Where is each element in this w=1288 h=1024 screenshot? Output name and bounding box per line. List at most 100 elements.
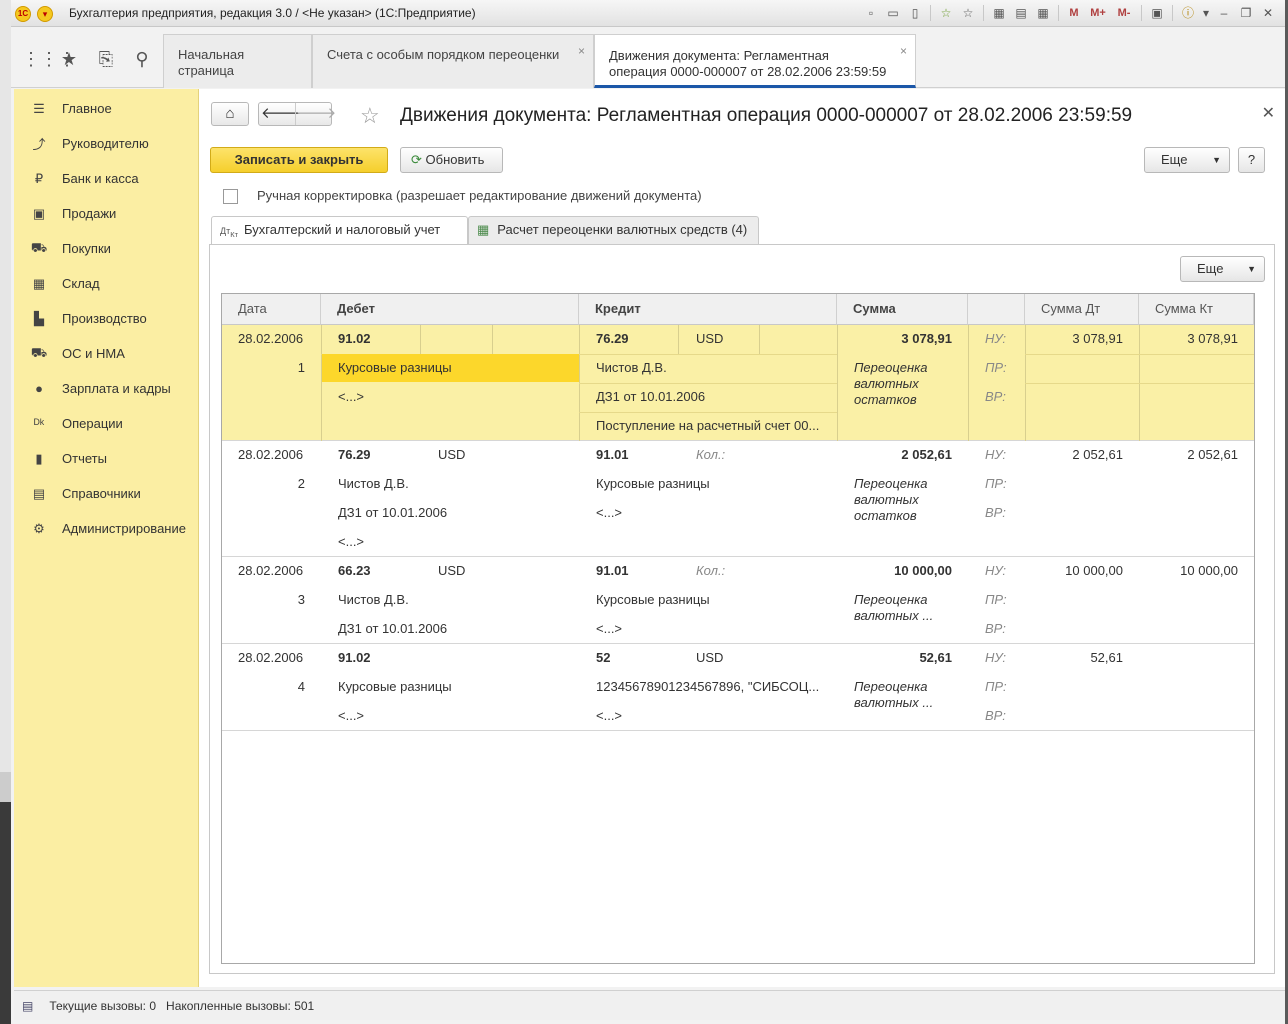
debit-subconto: <...>	[338, 534, 365, 549]
tab-accounting[interactable]: ДтКтБухгалтерский и налоговый учет (4)	[211, 216, 468, 268]
credit-account: 91.01	[596, 447, 629, 462]
history-icon[interactable]: ⎘	[95, 48, 117, 70]
tab-revaluation-accounts[interactable]: Счета с особым порядком переоценки ×	[312, 34, 594, 88]
save-icon[interactable]: ▫	[862, 4, 880, 22]
sidebar-item[interactable]: ⛟ Покупки	[14, 231, 198, 266]
table-row[interactable]: 28.02.2006 4 91.02 Курсовые разницы <...> 52 U…	[222, 644, 1254, 731]
credit-subconto: Поступление на расчетный счет 00...	[596, 418, 820, 433]
app-menu-icon[interactable]: ▾	[37, 6, 53, 22]
row-content: Переоценка валютных ...	[854, 592, 934, 623]
sidebar-item[interactable]: ▦ Склад	[14, 266, 198, 301]
dropdown-icon[interactable]: ▾	[1201, 4, 1211, 22]
row-content: Переоценка валютных остатков	[854, 360, 928, 407]
restore-icon[interactable]: ❐	[1237, 4, 1255, 22]
sidebar-item[interactable]: ⛟ ОС и НМА	[14, 336, 198, 371]
desktop-edge	[0, 0, 11, 1024]
row-sum-kt: 3 078,91	[1187, 331, 1238, 346]
debit-subconto: <...>	[338, 389, 365, 404]
row-date: 28.02.2006	[238, 563, 304, 578]
sidebar-item[interactable]: ᴰᵏ Операции	[14, 406, 198, 441]
column-header[interactable]: Кредит	[579, 294, 837, 325]
column-header[interactable]: Дата	[222, 294, 321, 325]
memory-minus-button[interactable]: M-	[1113, 4, 1135, 22]
credit-subconto: Чистов Д.В.	[596, 360, 667, 375]
row-sum-kt: 2 052,61	[1187, 447, 1238, 462]
sidebar-item-label: Производство	[62, 311, 147, 326]
titlebar-tools: ▫ ▭ ▯ ☆ ☆ ▦ ▤ ▦ M M+ M- ▣ ⓘ ▾ – ❐ ✕	[862, 4, 1277, 22]
app-logo-icon[interactable]: 1С	[15, 6, 31, 22]
calculator-icon[interactable]: ▤	[1012, 4, 1030, 22]
nav-buttons: 🡐🡒	[258, 102, 336, 126]
more-button[interactable]: Еще ▼	[1144, 147, 1230, 173]
tab-home[interactable]: Начальная страница	[163, 34, 312, 88]
table-row[interactable]: 28.02.2006 3 66.23 USD Чистов Д.В. ДЗ1 от 10.…	[222, 557, 1254, 644]
sidebar-item-label: Покупки	[62, 241, 111, 256]
sidebar-item-label: Банк и касса	[62, 171, 139, 186]
favorites-icon[interactable]: ☆	[959, 4, 977, 22]
sidebar-item[interactable]: ⤴ Руководителю	[14, 126, 198, 161]
grid-icon[interactable]: ▦	[1034, 4, 1052, 22]
search-icon[interactable]: ⚲	[131, 48, 153, 70]
debit-subconto: Чистов Д.В.	[338, 592, 409, 607]
sidebar-item[interactable]: ☰ Главное	[14, 91, 198, 126]
credit-account: 91.01	[596, 563, 629, 578]
table-row[interactable]: 28.02.2006 1 91.02 Курсовые разницы <...> 76.…	[222, 325, 1254, 441]
print-icon[interactable]: ▭	[884, 4, 902, 22]
sidebar-item-label: Администрирование	[62, 521, 186, 536]
column-header[interactable]: Сумма Кт	[1139, 294, 1254, 325]
help-button[interactable]: ?	[1238, 147, 1265, 173]
sidebar-item[interactable]: ▣ Продажи	[14, 196, 198, 231]
credit-subconto: <...>	[596, 708, 623, 723]
tab-document-movements[interactable]: Движения документа: Регламентная операция…	[594, 34, 916, 88]
info-icon[interactable]: ⓘ	[1179, 4, 1197, 22]
column-header[interactable]: Сумма	[837, 294, 968, 325]
table-more-button[interactable]: Еще ▼	[1180, 256, 1265, 282]
sidebar-item[interactable]: ₽ Банк и касса	[14, 161, 198, 196]
forward-arrow-icon[interactable]: 🡒	[295, 103, 336, 125]
memory-plus-button[interactable]: M+	[1087, 4, 1109, 22]
row-content: Переоценка валютных ...	[854, 679, 934, 710]
tab-close-icon[interactable]: ×	[578, 43, 585, 59]
credit-subconto: 12345678901234567896, "СИБСОЦ...	[596, 679, 820, 694]
window-title: Бухгалтерия предприятия, редакция 3.0 / …	[69, 6, 476, 20]
preview-icon[interactable]: ▯	[906, 4, 924, 22]
tab-currency-revaluation[interactable]: ▦ Расчет переоценки валютных средств (4)	[468, 216, 759, 244]
calendar-icon[interactable]: ▦	[990, 4, 1008, 22]
accounting-type-label: ВР:	[985, 708, 1006, 723]
panels-icon[interactable]: ▣	[1148, 4, 1166, 22]
dtkt-icon: ДтКт	[220, 226, 239, 239]
accounting-type-label: НУ:	[985, 447, 1007, 462]
truck-icon: ⛟	[30, 344, 48, 360]
refresh-button[interactable]: ⟳ Обновить	[400, 147, 503, 173]
star-icon[interactable]: ★	[58, 48, 80, 70]
back-arrow-icon[interactable]: 🡐	[261, 103, 301, 125]
favorite-add-icon[interactable]: ☆	[937, 4, 955, 22]
table-row[interactable]: 28.02.2006 2 76.29 USD Чистов Д.В. ДЗ1 от 10.…	[222, 441, 1254, 557]
sidebar-item[interactable]: ⚙ Администрирование	[14, 511, 198, 546]
memory-button[interactable]: M	[1065, 4, 1083, 22]
column-header[interactable]: Сумма Дт	[1025, 294, 1139, 325]
sidebar-item[interactable]: ▤ Справочники	[14, 476, 198, 511]
sidebar-item-label: Операции	[62, 416, 123, 431]
favorite-star-icon[interactable]: ☆	[360, 103, 380, 129]
close-icon[interactable]: ✕	[1259, 4, 1277, 22]
sidebar-item[interactable]: ● Зарплата и кадры	[14, 371, 198, 406]
column-header[interactable]	[968, 294, 1025, 325]
credit-quantity-label: Кол.:	[696, 563, 726, 578]
home-button[interactable]: ⌂	[211, 102, 249, 126]
chart-icon: ▮	[35, 450, 43, 466]
tab-close-icon[interactable]: ×	[900, 43, 907, 59]
chevron-down-icon: ▼	[1212, 155, 1221, 165]
manual-edit-checkbox[interactable]	[223, 189, 238, 204]
sidebar-item[interactable]: ▮ Отчеты	[14, 441, 198, 476]
document-form: ⌂ 🡐🡒 ☆ Движения документа: Регламентная …	[199, 89, 1285, 987]
form-close-icon[interactable]: ✕	[1262, 103, 1275, 123]
minimize-icon[interactable]: –	[1215, 4, 1233, 22]
save-and-close-button[interactable]: Записать и закрыть	[210, 147, 388, 173]
debit-account: 76.29	[338, 447, 371, 462]
accounting-type-label: НУ:	[985, 563, 1007, 578]
column-header[interactable]: Дебет	[321, 294, 579, 325]
apps-icon[interactable]: ⋮⋮⋮	[22, 48, 76, 70]
sidebar-item[interactable]: ▙ Производство	[14, 301, 198, 336]
debit-subconto: ДЗ1 от 10.01.2006	[338, 621, 448, 636]
